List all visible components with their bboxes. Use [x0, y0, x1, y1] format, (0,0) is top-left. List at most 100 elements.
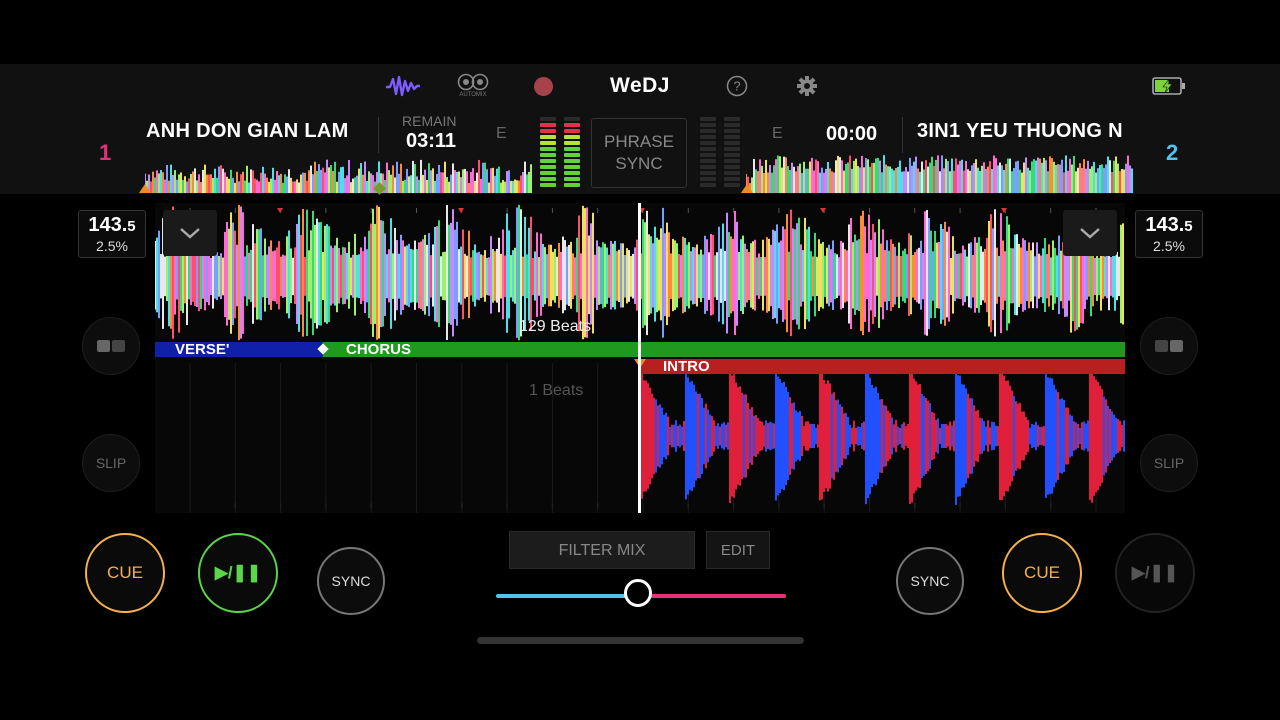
divider	[902, 117, 903, 153]
meter-segment	[724, 123, 740, 127]
deck2-track-title[interactable]: 3IN1 YEU THUONG N	[917, 120, 1131, 143]
deck1-sync-button[interactable]: SYNC	[317, 547, 385, 615]
deck1-bpm-display[interactable]: 143.5 2.5%	[78, 210, 146, 258]
deck1-overview-position-marker	[139, 184, 151, 193]
deck1-bpm-decimal: 5	[127, 218, 136, 235]
deck2-sync-button[interactable]: SYNC	[896, 547, 964, 615]
meter-segment	[540, 171, 556, 175]
settings-gear-icon[interactable]	[795, 72, 819, 100]
deck2-slip-button[interactable]: SLIP	[1140, 434, 1198, 492]
deck1-number: 1	[99, 140, 112, 165]
divider	[378, 117, 379, 153]
meter-segment	[564, 147, 580, 151]
meter-segment	[540, 183, 556, 187]
meter-segment	[700, 117, 716, 121]
deck2-beats-label: 1 Beats	[529, 382, 584, 399]
deck2-collapse-button[interactable]	[1063, 210, 1117, 256]
deck1-overview-waveform[interactable]	[145, 155, 532, 193]
record-button[interactable]	[531, 72, 555, 100]
edit-button[interactable]: EDIT	[706, 531, 770, 569]
deck2-bpm-decimal: 5	[1184, 218, 1193, 235]
phrase-sync-line2: SYNC	[615, 154, 663, 173]
meter-segment	[724, 135, 740, 139]
deck2-overview-position-marker	[741, 184, 753, 193]
meter-segment	[700, 129, 716, 133]
deck1-section-chorus: CHORUS	[323, 342, 1125, 357]
battery-icon	[1150, 72, 1188, 100]
deck1-slip-button[interactable]: SLIP	[82, 434, 140, 492]
meter-segment	[724, 153, 740, 157]
deck1-level-meter-left	[540, 117, 556, 187]
playhead-line	[638, 203, 641, 513]
meter-segment	[540, 165, 556, 169]
deck1-track-title[interactable]: ANH DON GIAN LAM	[146, 120, 360, 143]
crossfader-right-fill	[638, 594, 786, 598]
app-logo: WeDJ	[610, 74, 670, 97]
meter-segment	[700, 159, 716, 163]
deck1-collapse-button[interactable]	[163, 210, 217, 256]
downbeat-marker	[458, 208, 464, 213]
downbeat-marker	[1001, 208, 1007, 213]
meter-segment	[724, 165, 740, 169]
meter-segment	[700, 123, 716, 127]
meter-segment	[540, 153, 556, 157]
meter-segment	[724, 117, 740, 121]
deck2-bpm-display[interactable]: 143.5 2.5%	[1135, 210, 1203, 258]
deck1-play-pause-button[interactable]: ▶/❚❚	[198, 533, 278, 613]
deck2-overview-waveform[interactable]	[746, 155, 1133, 193]
meter-segment	[564, 177, 580, 181]
meter-segment	[564, 135, 580, 139]
deck1-section-verse: VERSE'	[155, 342, 323, 357]
crossfader-track[interactable]	[496, 579, 786, 607]
deck1-view-toggle-button[interactable]	[82, 317, 140, 375]
meter-segment	[724, 183, 740, 187]
deck2-bpm: 143.	[1145, 214, 1185, 236]
meter-segment	[540, 135, 556, 139]
meter-segment	[564, 141, 580, 145]
meter-segment	[564, 153, 580, 157]
record-icon	[533, 76, 553, 96]
deck1-cue-button[interactable]: CUE	[85, 533, 165, 613]
intro-label: INTRO	[663, 358, 710, 375]
deck2-cue-button[interactable]: CUE	[1002, 533, 1082, 613]
deck1-e-label: E	[496, 125, 507, 142]
waveform-view-icon[interactable]	[384, 72, 422, 100]
meter-segment	[700, 183, 716, 187]
meter-segment	[564, 171, 580, 175]
deck1-level-meter-right	[564, 117, 580, 187]
automix-icon[interactable]: AUTOMIX	[454, 72, 492, 100]
meter-segment	[564, 159, 580, 163]
deck2-view-toggle-button[interactable]	[1140, 317, 1198, 375]
help-icon[interactable]: ?	[725, 72, 749, 100]
meter-segment	[724, 171, 740, 175]
meter-segment	[540, 147, 556, 151]
meter-segment	[700, 153, 716, 157]
meter-segment	[700, 147, 716, 151]
meter-segment	[724, 177, 740, 181]
deck2-pitch: 2.5%	[1153, 238, 1185, 254]
deck2-section-intro: INTRO	[640, 359, 1125, 374]
meter-segment	[724, 129, 740, 133]
deck2-level-meter-right	[724, 117, 740, 187]
deck2-time[interactable]: 00:00	[826, 123, 877, 146]
meter-segment	[540, 129, 556, 133]
deck1-pitch: 2.5%	[96, 238, 128, 254]
deck1-remain-label: REMAIN	[402, 113, 457, 129]
chevron-down-icon	[180, 228, 200, 239]
deck2-e-label: E	[772, 125, 783, 142]
meter-segment	[724, 159, 740, 163]
filter-mix-button[interactable]: FILTER MIX	[509, 531, 695, 569]
crossfader-knob[interactable]	[624, 579, 653, 607]
meter-segment	[700, 165, 716, 169]
deck2-level-meter-left	[700, 117, 716, 187]
downbeat-marker	[820, 208, 826, 213]
deck2-play-pause-button[interactable]: ▶/❚❚	[1115, 533, 1195, 613]
meter-segment	[540, 159, 556, 163]
downbeat-marker	[277, 208, 283, 213]
phrase-sync-button[interactable]: PHRASE SYNC	[591, 118, 687, 188]
meter-segment	[564, 117, 580, 121]
meter-segment	[564, 123, 580, 127]
split-view-icon	[97, 340, 125, 352]
deck1-time[interactable]: 03:11	[406, 130, 456, 153]
home-indicator	[477, 637, 804, 644]
